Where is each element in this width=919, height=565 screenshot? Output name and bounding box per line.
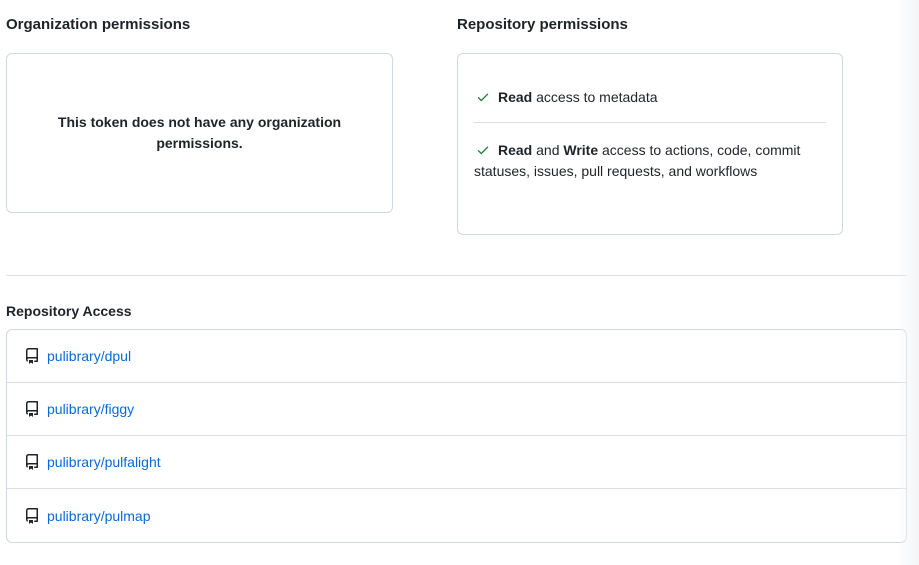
org-permissions-title: Organization permissions [6, 16, 191, 33]
permission-divider [474, 122, 826, 123]
repo-permissions-title: Repository permissions [457, 16, 628, 33]
repository-access-title: Repository Access [6, 303, 132, 319]
section-divider [6, 275, 907, 276]
repo-link-figgy[interactable]: pulibrary/figgy [47, 401, 134, 417]
page-edge-shadow [897, 0, 919, 565]
permission-level-write: Write [563, 142, 599, 158]
check-icon [477, 146, 489, 155]
repository-access-list: pulibrary/dpul pulibrary/figgy pulibrary… [6, 329, 907, 543]
check-icon [477, 93, 489, 102]
repo-link-pulmap[interactable]: pulibrary/pulmap [47, 508, 151, 524]
list-item: pulibrary/dpul [7, 330, 906, 383]
permission-read-write: Read and Write access to actions, code, … [474, 140, 826, 182]
permission-level-read: Read [498, 142, 533, 158]
repo-icon [25, 507, 38, 524]
token-details-page: Organization permissions This token does… [0, 0, 919, 565]
permission-metadata: Read access to metadata [474, 87, 826, 108]
list-item: pulibrary/figgy [7, 383, 906, 436]
list-item: pulibrary/pulmap [7, 489, 906, 542]
permission-level-read: Read [498, 89, 533, 105]
repo-icon [25, 454, 38, 470]
repo-permissions-box: Read access to metadata Read and Write a… [457, 53, 843, 235]
repo-icon [25, 348, 38, 364]
list-item: pulibrary/pulfalight [7, 436, 906, 489]
repo-link-dpul[interactable]: pulibrary/dpul [47, 348, 131, 364]
org-permissions-box: This token does not have any organizatio… [6, 53, 393, 213]
permission-description: access to metadata [532, 89, 658, 105]
org-permissions-empty-message: This token does not have any organizatio… [57, 114, 342, 151]
permission-conjunction: and [532, 142, 564, 158]
repo-link-pulfalight[interactable]: pulibrary/pulfalight [47, 454, 161, 470]
repo-icon [25, 401, 38, 417]
